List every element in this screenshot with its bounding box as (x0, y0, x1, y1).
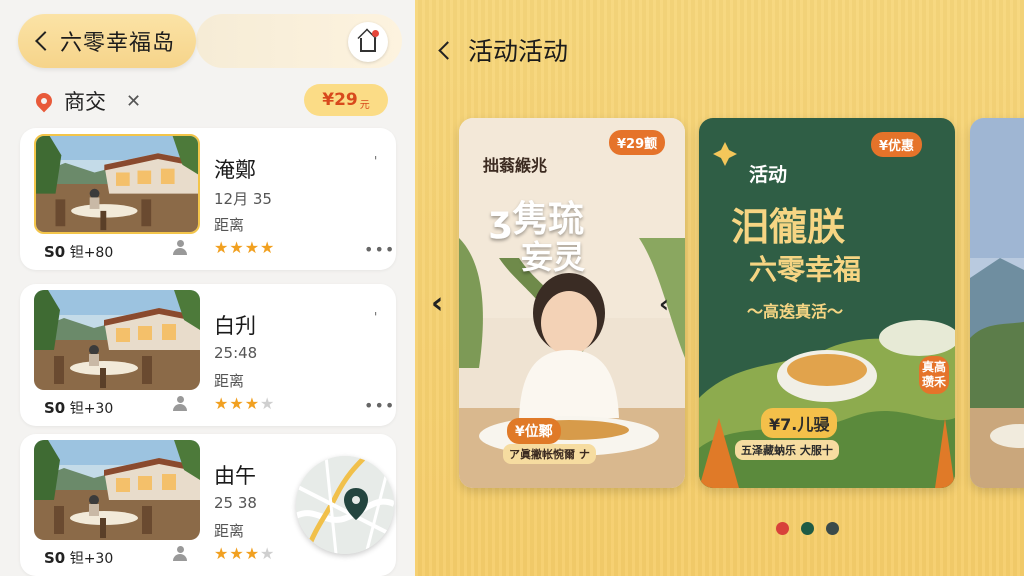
back-title-button[interactable]: 六零幸福岛 (18, 14, 196, 68)
carousel-dot[interactable] (826, 522, 839, 535)
poster-plate-tag: ¥位鄹 (507, 418, 561, 444)
restaurant-distance: 距离 (214, 522, 245, 540)
restaurant-card[interactable]: 淹鄭 ' 12月 35 距离 ★★★★ S0 钽+80 ••• (20, 128, 396, 270)
clear-location-icon[interactable]: ✕ (126, 91, 141, 112)
restaurant-name: 由午 (214, 464, 256, 488)
restaurant-meta: S0 钽+30 (44, 549, 114, 567)
price-badge[interactable]: ¥29 元 (304, 84, 388, 116)
location-filter[interactable]: 商交 ✕ (32, 86, 141, 116)
promo-poster-3[interactable] (970, 118, 1024, 488)
location-pin-icon (32, 89, 56, 113)
restaurant-distance: 距离 (214, 372, 245, 390)
poster-price: ¥7.儿骎 (761, 408, 838, 438)
poster-subtitle: 拙蓊緱兆 (483, 156, 548, 175)
rating-stars: ★★★★ (214, 544, 276, 563)
promo-poster-1[interactable]: ¥29颤 拙蓊緱兆 ʒ隽琉 妄灵 ¥位鄹 ア眞撇帐惋爾 ナ (459, 118, 685, 488)
carousel-next-arrow[interactable]: ‹ (659, 290, 669, 318)
promotions-header[interactable]: 活动活动 (438, 32, 569, 68)
restaurant-photo (34, 134, 200, 234)
promotions-title: 活动活动 (468, 37, 569, 66)
restaurant-date: 12月 35 (214, 190, 272, 208)
location-label: 商交 (64, 90, 106, 114)
restaurant-distance: 距离 (214, 216, 245, 234)
restaurant-name: 白刋 (214, 314, 256, 338)
restaurant-photo (34, 290, 200, 390)
poster-price-tag: ¥29颤 (609, 130, 666, 155)
more-options-icon[interactable]: ••• (364, 240, 395, 259)
poster-brand: 六零幸福 (749, 253, 862, 286)
restaurant-photo (34, 440, 200, 540)
restaurant-name: 淹鄭 (214, 158, 256, 182)
person-icon (172, 396, 188, 412)
restaurant-date: 25 38 (214, 494, 257, 512)
card-menu-tick: ' (374, 310, 378, 324)
more-options-icon[interactable]: ••• (364, 396, 395, 415)
restaurant-card[interactable]: 白刋 ' 25:48 距离 ★★★★ S0 钽+30 ••• (20, 284, 396, 426)
carousel-prev-arrow[interactable]: ‹ (431, 286, 443, 321)
poster-discount-tag: ¥优惠 (871, 132, 923, 157)
poster-label: 活动 (749, 164, 788, 186)
map-thumbnail[interactable] (296, 456, 394, 554)
person-icon (172, 240, 188, 256)
restaurant-list-panel: 六零幸福岛 商交 ✕ ¥29 元 淹鄭 ' 12月 35 距离 ★★★★ S0 … (0, 0, 415, 576)
restaurant-meta: S0 钽+80 (44, 243, 114, 261)
restaurant-date: 25:48 (214, 344, 258, 362)
carousel-indicator (776, 522, 839, 535)
home-button[interactable] (348, 22, 388, 62)
poster-headline: 汨徿朕 (731, 205, 846, 249)
back-chevron-icon (35, 31, 55, 51)
rating-stars: ★★★★ (214, 394, 276, 413)
home-icon (360, 38, 376, 52)
card-menu-tick: ' (374, 154, 378, 168)
rating-stars: ★★★★ (214, 238, 276, 257)
person-icon (172, 546, 188, 562)
back-chevron-icon[interactable] (438, 40, 457, 60)
poster-caption: 五泽藏蚋乐 大服十 (735, 440, 839, 460)
poster-headline-2: 妄灵 (521, 238, 586, 276)
notification-dot (372, 30, 379, 37)
price-value: ¥29 (322, 90, 358, 110)
poster-plate-caption: ア眞撇帐惋爾 ナ (503, 444, 596, 464)
promotions-panel: 活动活动 ¥29颤 拙蓊緱兆 ʒ隽琉 妄灵 ¥位鄹 ア眞撇帐惋爾 ナ ¥优惠 活… (415, 0, 1024, 576)
page-title: 六零幸福岛 (60, 31, 176, 56)
price-unit: 元 (359, 99, 370, 111)
poster-side-label: 真高瓒禾 (919, 356, 949, 394)
carousel-dot[interactable] (801, 522, 814, 535)
promo-poster-2[interactable]: ¥优惠 活动 汨徿朕 六零幸福 ～高逘真活～ ¥7.儿骎 五泽藏蚋乐 大服十 真… (699, 118, 955, 488)
carousel-dot[interactable] (776, 522, 789, 535)
poster-tagline: ～高逘真活～ (747, 302, 844, 321)
restaurant-meta: S0 钽+30 (44, 399, 114, 417)
